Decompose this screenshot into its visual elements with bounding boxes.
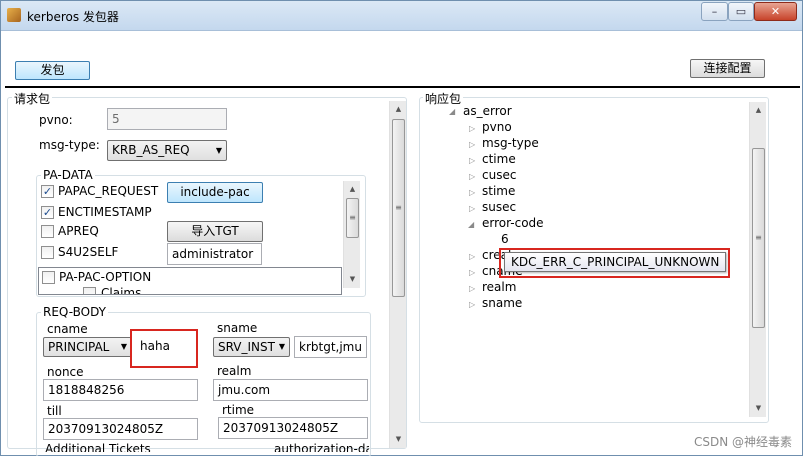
import-tgt-button[interactable]: 导入TGT (167, 221, 263, 242)
tree-node-susec[interactable]: susec (482, 200, 516, 214)
tree-node-stime[interactable]: stime (482, 184, 515, 198)
tree-node-realm[interactable]: realm (482, 280, 516, 294)
cname-highlight-box (130, 329, 198, 368)
expanded-triangle-icon[interactable]: ◢ (449, 107, 455, 116)
realm-field[interactable]: jmu.com (213, 379, 368, 401)
papac-request-label: PAPAC_REQUEST (58, 184, 159, 198)
app-window: kerberos 发包器 – ▭ ✕ 发包 连接配置 请求包 pvno: 5 m… (0, 0, 803, 456)
chevron-down-icon: ▼ (278, 342, 285, 351)
scroll-thumb[interactable]: ≡ (392, 119, 405, 297)
sname-type-value: SRV_INST (218, 340, 275, 354)
window-title: kerberos 发包器 (27, 10, 119, 24)
scroll-down-icon[interactable]: ▼ (344, 271, 361, 288)
papac-option-panel: PA-PAC-OPTION Claims (38, 267, 342, 295)
chevron-down-icon: ▼ (215, 146, 222, 155)
reqbody-group-label: REQ-BODY (41, 305, 108, 319)
collapsed-triangle-icon[interactable]: ▷ (469, 188, 475, 197)
s4u2self-label: S4U2SELF (58, 245, 119, 259)
sname-type-select[interactable]: SRV_INST ▼ (213, 337, 290, 357)
collapsed-triangle-icon[interactable]: ▷ (469, 268, 475, 277)
till-label: till (47, 404, 62, 418)
tree-node-cusec[interactable]: cusec (482, 168, 516, 182)
apreq-checkbox[interactable] (41, 225, 54, 238)
collapsed-triangle-icon[interactable]: ▷ (469, 124, 475, 133)
pvno-label: pvno: (39, 113, 73, 127)
collapsed-triangle-icon[interactable]: ▷ (469, 300, 475, 309)
tree-node-sname[interactable]: sname (482, 296, 522, 310)
tree-node-ctime[interactable]: ctime (482, 152, 516, 166)
enctimestamp-label: ENCTIMESTAMP (58, 205, 152, 219)
tree-node-pvno[interactable]: pvno (482, 120, 512, 134)
include-pac-button[interactable]: include-pac (167, 182, 263, 203)
collapsed-triangle-icon[interactable]: ▷ (469, 156, 475, 165)
error-code-value[interactable]: 6 (501, 232, 509, 246)
collapsed-triangle-icon[interactable]: ▷ (469, 140, 475, 149)
rtime-field[interactable]: 20370913024805Z (218, 417, 368, 439)
app-icon (7, 8, 21, 22)
cname-type-select[interactable]: PRINCIPAL ▼ (43, 337, 132, 357)
tooltip-highlight-box (499, 248, 730, 278)
s4u2self-checkbox[interactable] (41, 246, 54, 259)
scroll-thumb[interactable]: ≡ (346, 198, 359, 238)
till-field[interactable]: 20370913024805Z (43, 418, 198, 440)
sname-field[interactable]: krbtgt,jmu (294, 336, 367, 358)
scroll-down-icon[interactable]: ▼ (390, 431, 407, 448)
cname-label: cname (47, 322, 88, 336)
authorization-data-label: authorization-data (274, 442, 369, 452)
collapsed-triangle-icon[interactable]: ▷ (469, 284, 475, 293)
msgtype-value: KRB_AS_REQ (112, 143, 190, 157)
enctimestamp-checkbox[interactable]: ✓ (41, 206, 54, 219)
tree-node-error-code[interactable]: error-code (482, 216, 544, 230)
reqbody-overflow: Additional Tickets authorization-data (39, 442, 369, 452)
padata-scrollbar[interactable]: ▲ ≡ ▼ (343, 181, 360, 288)
scroll-thumb[interactable]: ≡ (752, 148, 765, 328)
scroll-down-icon[interactable]: ▼ (750, 400, 767, 417)
msgtype-select[interactable]: KRB_AS_REQ ▼ (107, 140, 227, 161)
close-button[interactable]: ✕ (754, 2, 797, 21)
tree-node-as-error[interactable]: as_error (463, 104, 512, 118)
claims-label: Claims (101, 286, 142, 295)
send-button[interactable]: 发包 (15, 61, 90, 80)
watermark: CSDN @神经毒素 (693, 435, 792, 449)
papac-option-checkbox[interactable] (42, 271, 55, 284)
minimize-button[interactable]: – (701, 2, 728, 21)
chevron-down-icon: ▼ (120, 342, 127, 351)
rtime-label: rtime (222, 403, 255, 417)
maximize-button[interactable]: ▭ (728, 2, 754, 21)
collapsed-triangle-icon[interactable]: ▷ (469, 204, 475, 213)
connection-config-button[interactable]: 连接配置 (690, 59, 765, 78)
realm-label: realm (217, 364, 252, 378)
scroll-up-icon[interactable]: ▲ (750, 102, 767, 119)
scroll-up-icon[interactable]: ▲ (390, 101, 407, 118)
sname-label: sname (217, 321, 258, 335)
papac-option-label: PA-PAC-OPTION (59, 270, 152, 284)
collapsed-triangle-icon[interactable]: ▷ (469, 172, 475, 181)
apreq-label: APREQ (58, 224, 99, 238)
response-scrollbar[interactable]: ▲ ≡ ▼ (749, 102, 766, 417)
expanded-triangle-icon[interactable]: ◢ (468, 220, 474, 229)
padata-group-label: PA-DATA (41, 168, 95, 182)
claims-checkbox[interactable] (83, 287, 96, 294)
tgt-user-field[interactable]: administrator (167, 243, 262, 265)
toolbar-separator (5, 86, 800, 88)
msgtype-label: msg-type: (39, 138, 100, 152)
additional-tickets-label: Additional Tickets (45, 442, 151, 452)
collapsed-triangle-icon[interactable]: ▷ (469, 252, 475, 261)
nonce-field[interactable]: 1818848256 (43, 379, 198, 401)
nonce-label: nonce (47, 365, 84, 379)
pvno-field[interactable]: 5 (107, 108, 227, 130)
cname-type-value: PRINCIPAL (48, 340, 110, 354)
request-group-label: 请求包 (12, 90, 53, 107)
papac-request-checkbox[interactable]: ✓ (41, 185, 54, 198)
title-bar: kerberos 发包器 – ▭ ✕ (1, 1, 802, 31)
scroll-up-icon[interactable]: ▲ (344, 181, 361, 198)
request-scrollbar[interactable]: ▲ ≡ ▼ (389, 101, 406, 448)
tree-node-msg-type[interactable]: msg-type (482, 136, 539, 150)
